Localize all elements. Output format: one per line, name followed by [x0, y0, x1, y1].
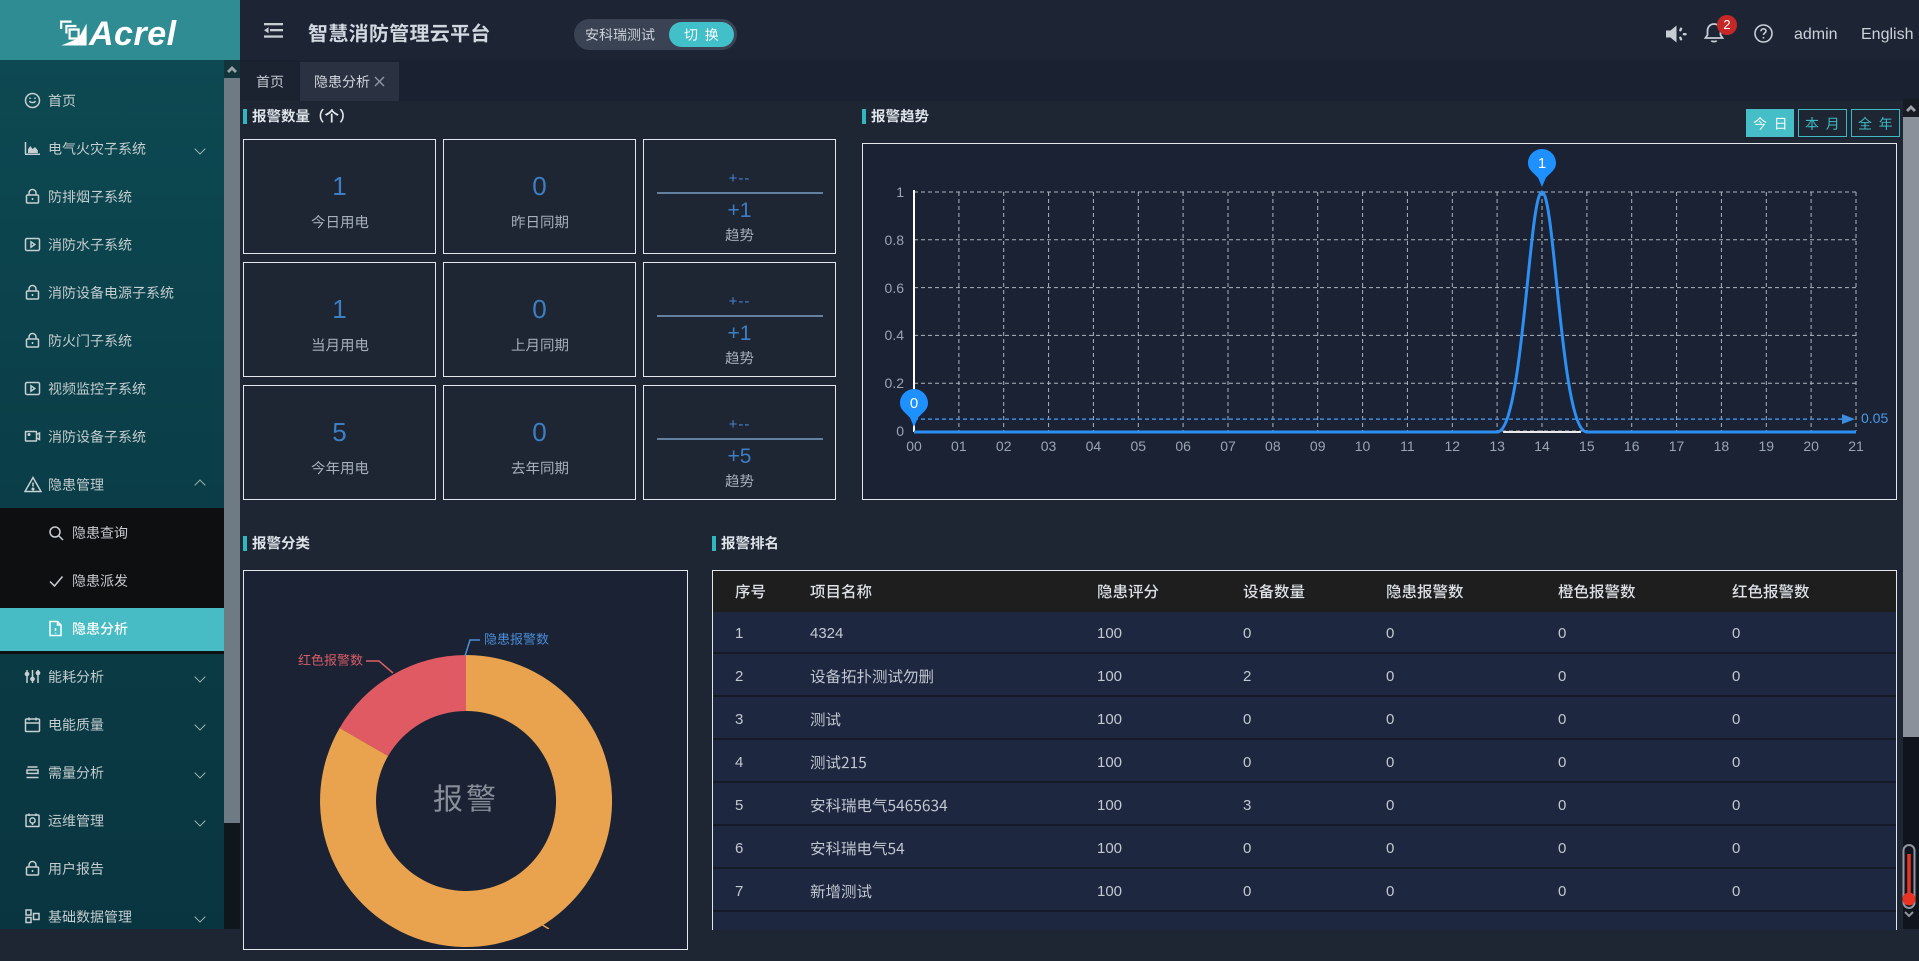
svg-text:0: 0 — [910, 395, 918, 412]
svg-text:Acrel: Acrel — [88, 15, 178, 49]
svg-text:1: 1 — [1538, 155, 1546, 172]
